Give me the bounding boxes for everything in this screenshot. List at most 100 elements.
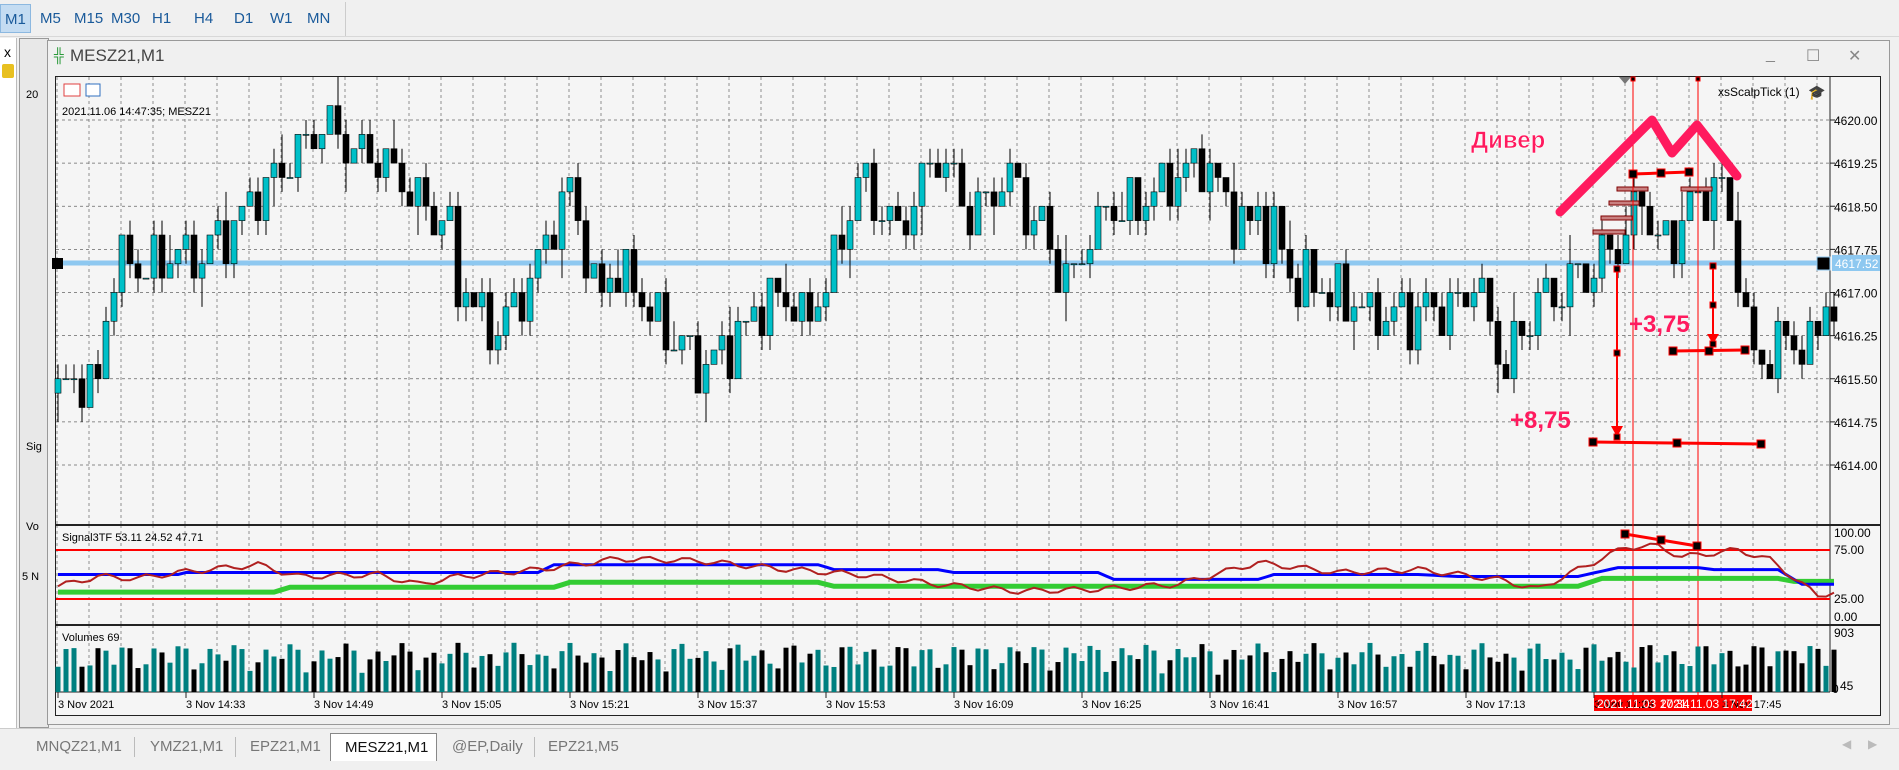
- volume-bar: [679, 643, 685, 692]
- bull-candle: [1334, 263, 1342, 308]
- tab-epz21-m1[interactable]: EPZ21,M1: [250, 735, 321, 759]
- bear-candle: [1262, 205, 1270, 265]
- bear-candle: [1054, 249, 1062, 293]
- volume-bar: [167, 662, 173, 692]
- bull-candle: [846, 220, 854, 250]
- bull-candle: [878, 220, 886, 222]
- bear-candle: [1342, 263, 1350, 322]
- volume-bar: [487, 654, 493, 692]
- bear-candle: [550, 234, 558, 250]
- bull-candle: [1318, 292, 1326, 294]
- volume-bar: [1391, 656, 1397, 692]
- bull-candle: [606, 277, 614, 293]
- volume-bar: [287, 644, 293, 692]
- bull-candle: [102, 320, 110, 380]
- gain-label: +8,75: [1510, 407, 1571, 434]
- volume-bar: [935, 667, 941, 692]
- bull-candle: [70, 378, 78, 381]
- bull-candle: [982, 191, 990, 194]
- bear-candle: [1758, 349, 1766, 365]
- volume-bar: [1375, 654, 1381, 692]
- bear-candle: [366, 134, 374, 164]
- indicator-label: Signal3TF 53.11 24.52 47.71: [62, 532, 203, 544]
- volume-bar: [767, 663, 773, 692]
- scroll-right-icon[interactable]: ▶: [1868, 737, 1877, 751]
- tab-ymz21-m1[interactable]: YMZ21,M1: [150, 735, 223, 759]
- bull-candle: [494, 335, 502, 351]
- bull-candle: [462, 292, 470, 308]
- bull-candle: [886, 205, 894, 221]
- bear-candle: [342, 134, 350, 164]
- volume-bar: [1271, 672, 1277, 692]
- bear-candle: [278, 162, 286, 178]
- bull-candle: [718, 335, 726, 351]
- volume-bar: [1671, 651, 1677, 692]
- volume-bar: [551, 668, 557, 692]
- bull-candle: [542, 234, 550, 250]
- volume-bar: [1775, 651, 1781, 692]
- volume-bar: [567, 642, 573, 692]
- volume-bar: [1431, 655, 1437, 692]
- indicator-scale-label: 25.00: [1834, 592, 1864, 606]
- bear-candle: [254, 191, 262, 221]
- bull-candle: [1270, 205, 1278, 265]
- volume-bar: [751, 655, 757, 692]
- bear-candle: [1406, 292, 1414, 351]
- anchor-point: [1620, 529, 1630, 539]
- volume-bar: [1079, 661, 1085, 692]
- bear-candle: [662, 292, 670, 351]
- volume-bar: [119, 647, 125, 692]
- bear-candle: [1814, 320, 1822, 336]
- volume-bar: [1407, 666, 1413, 692]
- volume-bar: [1327, 669, 1333, 692]
- bear-candle: [390, 148, 398, 164]
- volume-bar: [839, 647, 845, 692]
- bull-candle: [1142, 205, 1150, 221]
- bull-candle: [174, 249, 182, 265]
- bull-candle: [702, 364, 710, 394]
- bear-candle: [1134, 177, 1142, 221]
- volume-bar: [343, 643, 349, 692]
- level-handle: [52, 258, 63, 269]
- bull-candle: [294, 134, 302, 178]
- diver-zigzag: [1555, 115, 1742, 217]
- price-axis: 4620.004619.254618.504617.754617.004616.…: [1830, 114, 1878, 473]
- price-label: 4615.50: [1834, 373, 1878, 387]
- tab-epz21-m5[interactable]: EPZ21,M5: [548, 735, 619, 759]
- scroll-left-icon[interactable]: ◀: [1842, 737, 1851, 751]
- volume-bar: [1135, 659, 1141, 692]
- bull-candle: [1630, 191, 1638, 236]
- tab-mnqz21-m1[interactable]: MNQZ21,M1: [36, 735, 122, 759]
- bear-candle: [1646, 205, 1654, 236]
- volume-bar: [1527, 648, 1533, 692]
- zone-rect: [1608, 200, 1640, 206]
- bull-candle: [526, 277, 534, 322]
- bear-candle: [406, 191, 414, 207]
- bull-candle: [1534, 292, 1542, 336]
- bull-candle: [1078, 263, 1086, 266]
- price-chart[interactable]: 3 Nov 2021 3 Nov 14:33 3 Nov 14:49 3 Nov 15…: [0, 0, 1899, 770]
- bear-candle: [1278, 205, 1286, 250]
- volume-bar: [1727, 650, 1733, 692]
- tab-mesz21-m1[interactable]: MESZ21,M1: [330, 733, 437, 761]
- volume-bar: [1159, 673, 1165, 692]
- bear-candle: [958, 162, 966, 207]
- anchor-point: [1709, 262, 1717, 270]
- bull-candle: [1574, 263, 1582, 266]
- volume-bar: [55, 666, 61, 692]
- bull-candle: [1182, 162, 1190, 178]
- volume-bar: [303, 672, 309, 692]
- price-label: 4614.75: [1834, 416, 1878, 430]
- bull-candle: [86, 364, 94, 408]
- volume-bar: [95, 648, 101, 692]
- indicator-lines: [57, 542, 1835, 598]
- time-label: 3 Nov 16:25: [1082, 699, 1141, 711]
- volume-bar: [239, 649, 245, 692]
- bull-candle: [150, 234, 158, 279]
- time-axis: 3 Nov 2021 3 Nov 14:33 3 Nov 14:49 3 Nov 15…: [57, 692, 1781, 711]
- tab-ep-daily[interactable]: @EP,Daily: [452, 735, 523, 759]
- volume-bar: [1487, 657, 1493, 692]
- bull-candle: [1094, 205, 1102, 250]
- volume-bar: [847, 646, 853, 692]
- bull-candle: [1598, 234, 1606, 279]
